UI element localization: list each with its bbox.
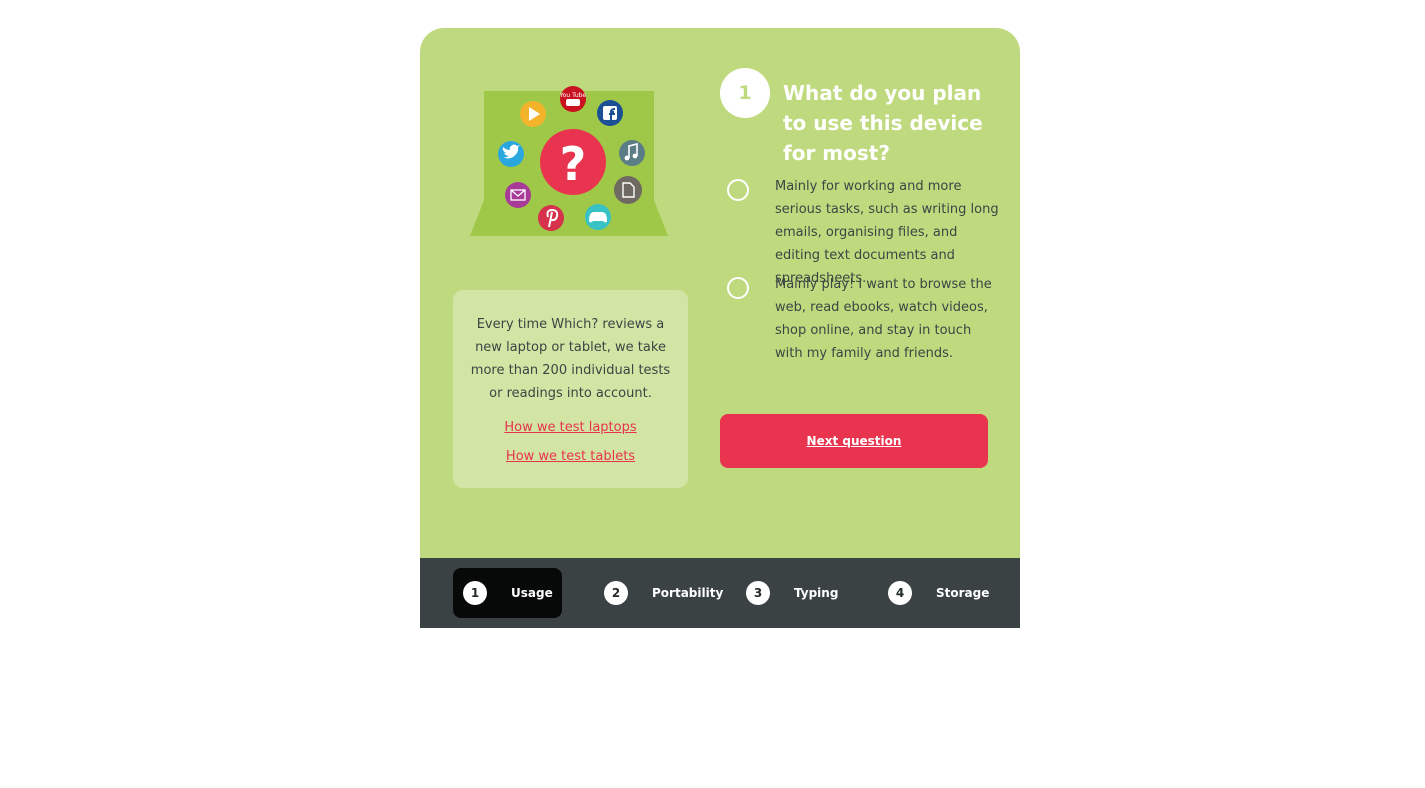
step-portability[interactable]: 2 Portability	[594, 568, 724, 618]
question-mark-icon: ?	[540, 129, 606, 195]
question-title: What do you plan to use this device for …	[783, 81, 983, 165]
option-play-label: Mainly play! I want to browse the web, r…	[775, 277, 992, 361]
how-we-test-tablets-link[interactable]: How we test tablets	[453, 449, 688, 465]
option-play-radio[interactable]	[727, 277, 749, 299]
step-typing[interactable]: 3 Typing	[736, 568, 846, 618]
step-usage[interactable]: 1 Usage	[453, 568, 562, 618]
step-typing-label: Typing	[794, 586, 839, 600]
step-usage-number: 1	[463, 581, 487, 605]
pinterest-icon	[538, 205, 564, 231]
step-storage-label: Storage	[936, 586, 990, 600]
step-portability-number: 2	[604, 581, 628, 605]
step-typing-number: 3	[746, 581, 770, 605]
step-usage-label: Usage	[511, 586, 553, 600]
how-we-test-laptops-link[interactable]: How we test laptops	[453, 420, 688, 436]
facebook-icon	[597, 100, 623, 126]
option-work-radio[interactable]	[727, 179, 749, 201]
play-icon	[520, 101, 546, 127]
document-icon	[614, 176, 642, 204]
music-icon	[619, 140, 645, 166]
step-portability-label: Portability	[652, 586, 724, 600]
gamepad-icon	[585, 204, 611, 230]
question-number-badge: 1	[720, 68, 770, 118]
step-storage[interactable]: 4 Storage	[878, 568, 993, 618]
steps-bar: 1 Usage 2 Portability 3 Typing 4 Storage	[420, 558, 1020, 628]
device-illustration: ? You Tube	[470, 86, 668, 236]
step-storage-number: 4	[888, 581, 912, 605]
mail-icon	[505, 182, 531, 208]
info-box: Every time Which? reviews a new laptop o…	[453, 290, 688, 488]
question-symbol: ?	[560, 137, 587, 191]
twitter-icon	[498, 141, 524, 167]
info-text: Every time Which? reviews a new laptop o…	[470, 317, 671, 401]
next-question-button[interactable]: Next question	[720, 414, 988, 468]
youtube-text: You Tube	[559, 92, 587, 99]
